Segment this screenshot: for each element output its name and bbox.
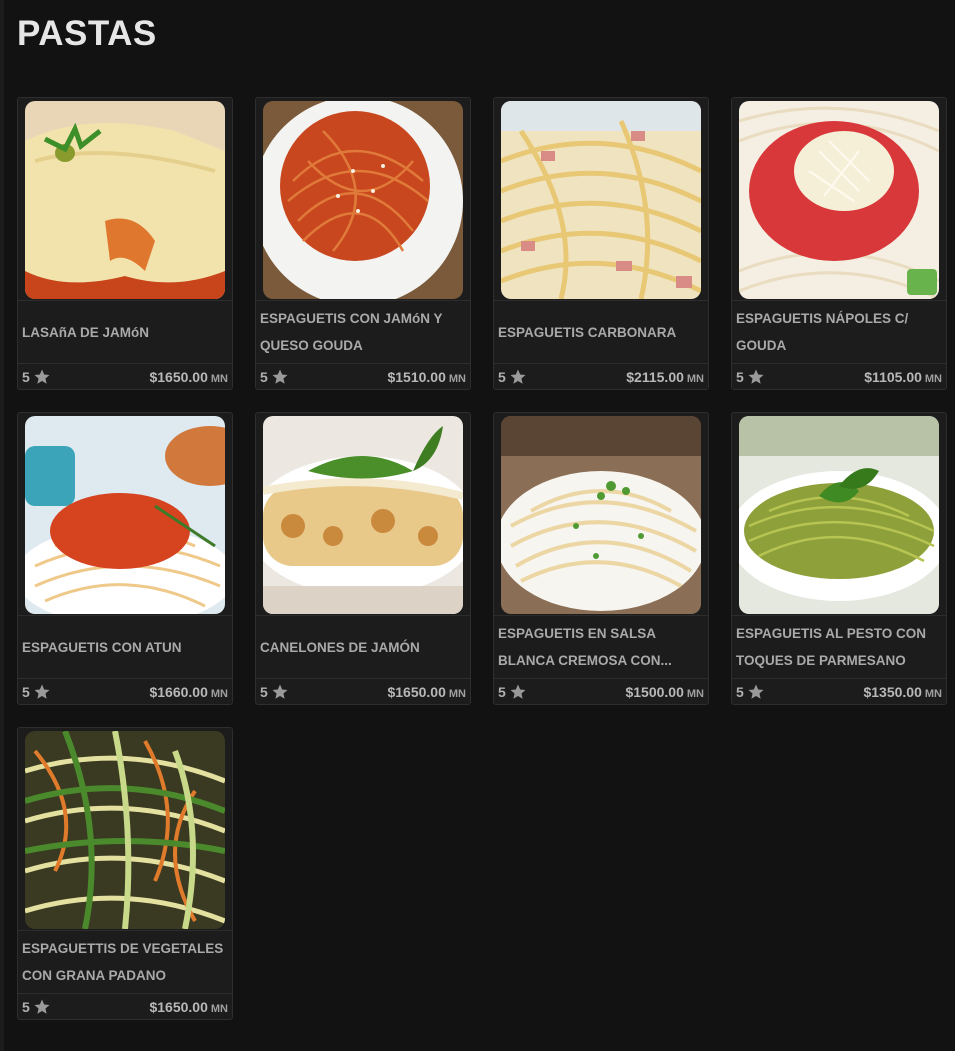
rating-value: 5	[260, 684, 268, 700]
product-name: CANELONES DE JAMÓN	[260, 639, 420, 655]
star-icon	[748, 369, 764, 384]
currency-label: MN	[686, 688, 704, 700]
vegetable-spaghetti-photo[interactable]	[25, 731, 225, 929]
product-card[interactable]: ESPAGUETIS AL PESTO CON TOQUES DE PARMES…	[731, 412, 947, 705]
star-icon	[272, 369, 288, 384]
rating: 5	[22, 683, 51, 701]
lasagna-photo[interactable]	[25, 101, 225, 299]
price: $1650.00 MN	[149, 999, 228, 1015]
currency-label: MN	[210, 373, 228, 385]
star-icon	[272, 684, 288, 699]
spaghetti-ham-photo[interactable]	[263, 101, 463, 299]
pesto-photo[interactable]	[739, 416, 939, 614]
carbonara-photo[interactable]	[501, 101, 701, 299]
star-icon	[510, 369, 526, 384]
price-value: $1350.00	[863, 684, 922, 700]
currency-label: MN	[210, 1003, 228, 1015]
price: $1105.00 MN	[864, 369, 942, 385]
product-card[interactable]: ESPAGUETIS CON JAMóN Y QUESO GOUDA 5 $15…	[255, 97, 471, 390]
star-icon	[34, 684, 50, 699]
product-name: ESPAGUETIS CON JAMóN Y QUESO GOUDA	[260, 311, 443, 353]
product-card[interactable]: CANELONES DE JAMÓN 5 $1650.00 MN	[255, 412, 471, 705]
rating-value: 5	[22, 369, 30, 385]
cream-sauce-photo[interactable]	[501, 416, 701, 614]
price-value: $1105.00	[864, 369, 922, 385]
rating: 5	[498, 683, 527, 701]
product-name: ESPAGUETIS AL PESTO CON TOQUES DE PARMES…	[736, 626, 927, 668]
currency-label: MN	[924, 688, 942, 700]
price: $2115.00 MN	[626, 369, 704, 385]
price: $1650.00 MN	[387, 684, 466, 700]
price: $1350.00 MN	[863, 684, 942, 700]
currency-label: MN	[448, 373, 466, 385]
price-value: $1650.00	[387, 684, 446, 700]
product-grid: LASAñA DE JAMóN 5 $1650.00 MN ESPAGUETIS…	[17, 97, 947, 1020]
product-name: ESPAGUETTIS DE VEGETALES CON GRANA PADAN…	[22, 941, 224, 983]
product-name: LASAñA DE JAMóN	[22, 324, 149, 340]
price: $1500.00 MN	[625, 684, 704, 700]
product-card[interactable]: ESPAGUETIS CARBONARA 5 $2115.00 MN	[493, 97, 709, 390]
product-card[interactable]: LASAñA DE JAMóN 5 $1650.00 MN	[17, 97, 233, 390]
rating-value: 5	[22, 999, 30, 1015]
rating-value: 5	[736, 684, 744, 700]
menu-page: PASTAS LASAñA DE JAMóN 5 $1650.00 MN ESP…	[0, 0, 955, 1051]
star-icon	[748, 684, 764, 699]
product-card[interactable]: ESPAGUETIS NÁPOLES C/ GOUDA 5 $1105.00 MN	[731, 97, 947, 390]
rating-value: 5	[498, 369, 506, 385]
tuna-spaghetti-photo[interactable]	[25, 416, 225, 614]
product-name: ESPAGUETIS CON ATUN	[22, 639, 182, 655]
rating-value: 5	[22, 684, 30, 700]
rating: 5	[736, 683, 765, 701]
rating-value: 5	[736, 369, 744, 385]
price: $1510.00 MN	[387, 369, 466, 385]
rating: 5	[22, 368, 51, 386]
price: $1660.00 MN	[149, 684, 228, 700]
napoles-photo[interactable]	[739, 101, 939, 299]
price-value: $2115.00	[626, 369, 684, 385]
cannelloni-photo[interactable]	[263, 416, 463, 614]
currency-label: MN	[448, 688, 466, 700]
price-value: $1500.00	[625, 684, 684, 700]
star-icon	[34, 369, 50, 384]
star-icon	[34, 999, 50, 1014]
price-value: $1660.00	[149, 684, 208, 700]
rating-value: 5	[260, 369, 268, 385]
rating-value: 5	[498, 684, 506, 700]
price: $1650.00 MN	[149, 369, 228, 385]
product-card[interactable]: ESPAGUETTIS DE VEGETALES CON GRANA PADAN…	[17, 727, 233, 1020]
price-value: $1650.00	[149, 369, 208, 385]
product-name: ESPAGUETIS NÁPOLES C/ GOUDA	[736, 311, 909, 353]
currency-label: MN	[686, 373, 704, 385]
star-icon	[510, 684, 526, 699]
product-card[interactable]: ESPAGUETIS EN SALSA BLANCA CREMOSA CON..…	[493, 412, 709, 705]
rating: 5	[498, 368, 527, 386]
currency-label: MN	[210, 688, 228, 700]
price-value: $1510.00	[387, 369, 446, 385]
product-name: ESPAGUETIS EN SALSA BLANCA CREMOSA CON..…	[498, 626, 672, 668]
currency-label: MN	[924, 373, 942, 385]
product-name: ESPAGUETIS CARBONARA	[498, 324, 677, 340]
price-value: $1650.00	[149, 999, 208, 1015]
rating: 5	[260, 683, 289, 701]
rating: 5	[260, 368, 289, 386]
rating: 5	[736, 368, 765, 386]
product-card[interactable]: ESPAGUETIS CON ATUN 5 $1660.00 MN	[17, 412, 233, 705]
rating: 5	[22, 998, 51, 1016]
section-title: PASTAS	[17, 14, 157, 53]
